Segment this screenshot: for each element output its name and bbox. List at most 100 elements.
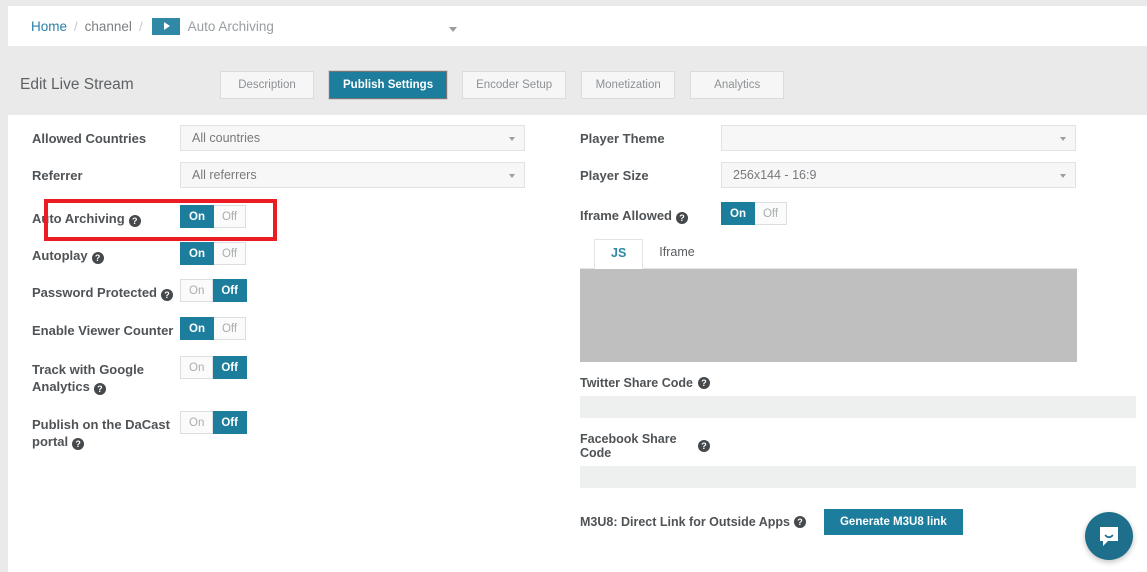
left-settings-column: Allowed Countries All countries Referrer… [32,125,552,461]
password-protected-toggle[interactable]: On Off [180,279,247,302]
tab-description[interactable]: Description [220,70,314,99]
tab-monetization[interactable]: Monetization [581,70,676,99]
twitter-share-label: Twitter Share Code ? [580,376,1136,390]
help-icon[interactable]: ? [128,215,141,227]
auto-archiving-off[interactable]: Off [213,205,247,228]
chevron-down-icon [509,137,515,141]
player-size-value: 256x144 - 16:9 [733,168,817,182]
page-title-text: Edit Live Stream [20,75,134,93]
player-size-select[interactable]: 256x144 - 16:9 [721,162,1076,188]
row-referrer: Referrer All referrers [32,162,552,188]
help-icon[interactable]: ? [793,516,806,528]
track-google-analytics-label: Track with Google Analytics? [32,356,180,395]
app-page: Home / channel / Auto Archiving Edit Liv… [0,0,1147,572]
m3u8-label: M3U8: Direct Link for Outside Apps ? [580,515,806,529]
row-track-google-analytics: Track with Google Analytics? On Off [32,356,552,395]
twitter-share-label-text: Twitter Share Code [580,376,693,390]
track-google-analytics-on[interactable]: On [180,356,214,379]
autoplay-label-text: Autoplay [32,248,88,263]
row-autoplay: Autoplay? On Off [32,242,552,265]
twitter-share-input[interactable] [580,396,1136,418]
iframe-allowed-label-text: Iframe Allowed [580,208,672,223]
referrer-select[interactable]: All referrers [180,162,525,188]
help-icon[interactable]: ? [161,289,173,301]
breadcrumb-channel[interactable]: channel [85,19,132,34]
publish-dacast-portal-on[interactable]: On [180,411,214,434]
page-title: Edit Live Stream [20,76,220,94]
facebook-share-input[interactable] [580,466,1136,488]
auto-archiving-toggle[interactable]: On Off [180,205,247,228]
play-icon [151,17,180,35]
publish-dacast-portal-label-text: Publish on the DaCast portal [32,417,170,449]
help-icon[interactable]: ? [93,383,106,395]
track-google-analytics-label-text: Track with Google Analytics [32,362,144,394]
breadcrumb-separator-1: / [74,18,78,34]
breadcrumb-home-link[interactable]: Home [31,19,67,34]
breadcrumb-current: Auto Archiving [187,18,274,34]
publish-dacast-portal-label: Publish on the DaCast portal? [32,411,180,450]
help-icon[interactable]: ? [698,440,710,452]
autoplay-off[interactable]: Off [213,242,247,265]
track-google-analytics-off[interactable]: Off [213,356,247,379]
player-theme-select[interactable] [721,125,1076,151]
row-allowed-countries: Allowed Countries All countries [32,125,552,151]
tab-embed-js[interactable]: JS [594,239,644,269]
auto-archiving-label: Auto Archiving? [32,205,180,227]
help-icon[interactable]: ? [698,377,710,389]
chevron-down-icon[interactable] [449,27,457,32]
row-iframe-allowed: Iframe Allowed? On Off [580,202,1136,225]
breadcrumb-bar: Home / channel / Auto Archiving [8,6,1147,46]
breadcrumb-separator-2: / [138,18,143,34]
row-auto-archiving: Auto Archiving? On Off [32,205,552,228]
row-player-size: Player Size 256x144 - 16:9 [580,162,1136,188]
password-protected-label-text: Password Protected [32,285,157,300]
settings-panel: Allowed Countries All countries Referrer… [8,115,1147,572]
enable-viewer-counter-toggle[interactable]: On Off [180,317,247,340]
track-google-analytics-toggle[interactable]: On Off [180,356,247,379]
enable-viewer-counter-on[interactable]: On [180,317,214,340]
tab-encoder-setup[interactable]: Encoder Setup [462,70,567,99]
iframe-allowed-label: Iframe Allowed? [580,202,721,224]
tab-bar: Description Publish Settings Encoder Set… [220,70,785,99]
auto-archiving-on[interactable]: On [180,205,214,228]
row-enable-viewer-counter: Enable Viewer Counter On Off [32,317,552,340]
iframe-allowed-off[interactable]: Off [754,202,788,225]
allowed-countries-select[interactable]: All countries [180,125,525,151]
password-protected-label: Password Protected? [32,279,180,301]
chat-launcher-button[interactable] [1085,512,1133,560]
referrer-label: Referrer [32,168,83,183]
chat-bubble-icon [1100,527,1118,546]
help-icon[interactable]: ? [91,252,104,264]
facebook-share-label: Facebook Share Code ? [580,432,1136,460]
tab-analytics[interactable]: Analytics [690,70,785,99]
chevron-down-icon [509,174,515,178]
publish-dacast-portal-toggle[interactable]: On Off [180,411,247,434]
allowed-countries-value: All countries [192,131,261,145]
autoplay-toggle[interactable]: On Off [180,242,247,265]
tab-embed-iframe[interactable]: Iframe [643,239,710,268]
header-band: Edit Live Stream Description Publish Set… [8,54,1147,115]
iframe-allowed-on[interactable]: On [721,202,755,225]
autoplay-label: Autoplay? [32,242,180,264]
m3u8-label-text: M3U8: Direct Link for Outside Apps [580,515,790,529]
embed-code-textarea[interactable] [580,269,1077,362]
tab-publish-settings[interactable]: Publish Settings [329,70,448,99]
password-protected-off[interactable]: Off [213,279,247,302]
referrer-value: All referrers [192,168,257,182]
help-icon[interactable]: ? [675,212,688,224]
help-icon[interactable]: ? [72,438,85,450]
embed-code-section: JS Iframe [580,239,1077,362]
iframe-allowed-toggle[interactable]: On Off [721,202,788,225]
row-player-theme: Player Theme [580,125,1136,151]
chevron-down-icon [1060,174,1066,178]
enable-viewer-counter-label: Enable Viewer Counter [32,323,174,338]
publish-dacast-portal-off[interactable]: Off [213,411,247,434]
password-protected-on[interactable]: On [180,279,214,302]
embed-tab-bar: JS Iframe [580,239,1077,269]
row-password-protected: Password Protected? On Off [32,279,552,302]
generate-m3u8-link-button[interactable]: Generate M3U8 link [823,509,963,535]
autoplay-on[interactable]: On [180,242,214,265]
facebook-share-label-text: Facebook Share Code [580,432,677,460]
chevron-down-icon [1060,137,1066,141]
enable-viewer-counter-off[interactable]: Off [213,317,247,340]
